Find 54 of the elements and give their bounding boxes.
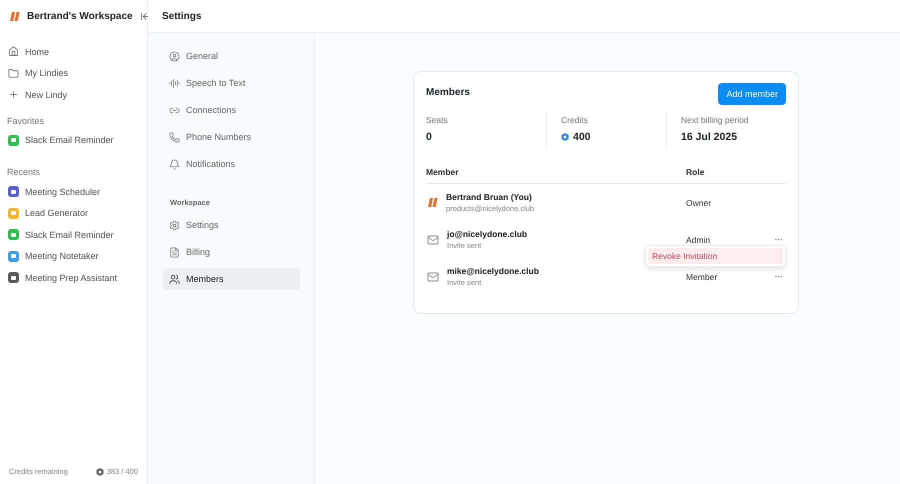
phone-icon [169, 132, 180, 142]
stat-value: 0 [426, 131, 432, 143]
credits-icon [561, 133, 569, 141]
settings-nav-item[interactable]: Connections [163, 99, 300, 121]
settings-nav-item[interactable]: Phone Numbers [163, 126, 300, 148]
member-name: Bertrand Bruan (You) [446, 192, 533, 202]
column-header: Role [686, 167, 706, 177]
settings-nav-item[interactable]: Notifications [163, 153, 300, 175]
settings-icon [169, 220, 180, 230]
sidebar-item[interactable]: Meeting Prep Assistant [6, 267, 141, 288]
sidebar-item[interactable]: Slack Email Reminder [6, 130, 141, 151]
mail-icon [427, 270, 439, 282]
settings-nav-item[interactable]: Settings [163, 214, 300, 236]
logo-icon [9, 12, 20, 21]
page-title: Settings [162, 10, 202, 22]
workspace-name: Bertrand's Workspace [27, 11, 133, 22]
collapse-sidebar-button[interactable] [140, 11, 151, 22]
card-title: Members [426, 87, 470, 98]
document-icon [169, 246, 180, 258]
stat-label: Seats [426, 115, 449, 125]
sidebar-item[interactable]: Slack Email Reminder [6, 224, 141, 246]
home-icon [8, 46, 19, 58]
users-icon [169, 274, 180, 284]
credits-icon [96, 468, 104, 476]
settings-nav-item[interactable]: Billing [163, 241, 300, 263]
stat-label: Credits [561, 115, 589, 125]
logo-icon [427, 198, 438, 207]
sidebar-item[interactable]: Meeting Scheduler [6, 181, 141, 202]
section-title: Favorites [6, 114, 46, 128]
settings-nav-item[interactable]: Members [163, 268, 300, 290]
settings-nav-item[interactable]: General [163, 45, 300, 67]
folder-icon [8, 68, 19, 79]
stat-value: 16 Jul 2025 [681, 131, 738, 143]
column-header: Member [426, 167, 460, 177]
member-name: mike@nicelydone.club [447, 266, 539, 276]
stat-value: 400 [573, 131, 591, 143]
sidebar-item[interactable]: New Lindy [6, 84, 141, 106]
settings-nav-item[interactable]: Speech to Text [163, 72, 300, 94]
member-name: jo@nicelydone.club [447, 229, 528, 239]
section-title: Recents [6, 166, 42, 179]
sidebar-item[interactable]: Meeting Notetaker [6, 246, 141, 267]
sidebar-item[interactable]: My Lindies [6, 62, 141, 84]
member-role: Owner [686, 198, 712, 208]
sidebar-item[interactable]: Home [6, 41, 141, 62]
member-role: Admin [686, 234, 712, 244]
audio-wave-icon [169, 78, 180, 88]
menu-item[interactable]: Revoke Invitation [648, 248, 783, 264]
plus-icon [8, 89, 19, 100]
bell-icon [169, 158, 180, 170]
mail-icon [427, 234, 439, 246]
member-role: Member [686, 272, 718, 282]
user-icon [169, 50, 180, 62]
sidebar-item[interactable]: Lead Generator [6, 202, 141, 224]
stat-label: Next billing period [681, 115, 750, 125]
